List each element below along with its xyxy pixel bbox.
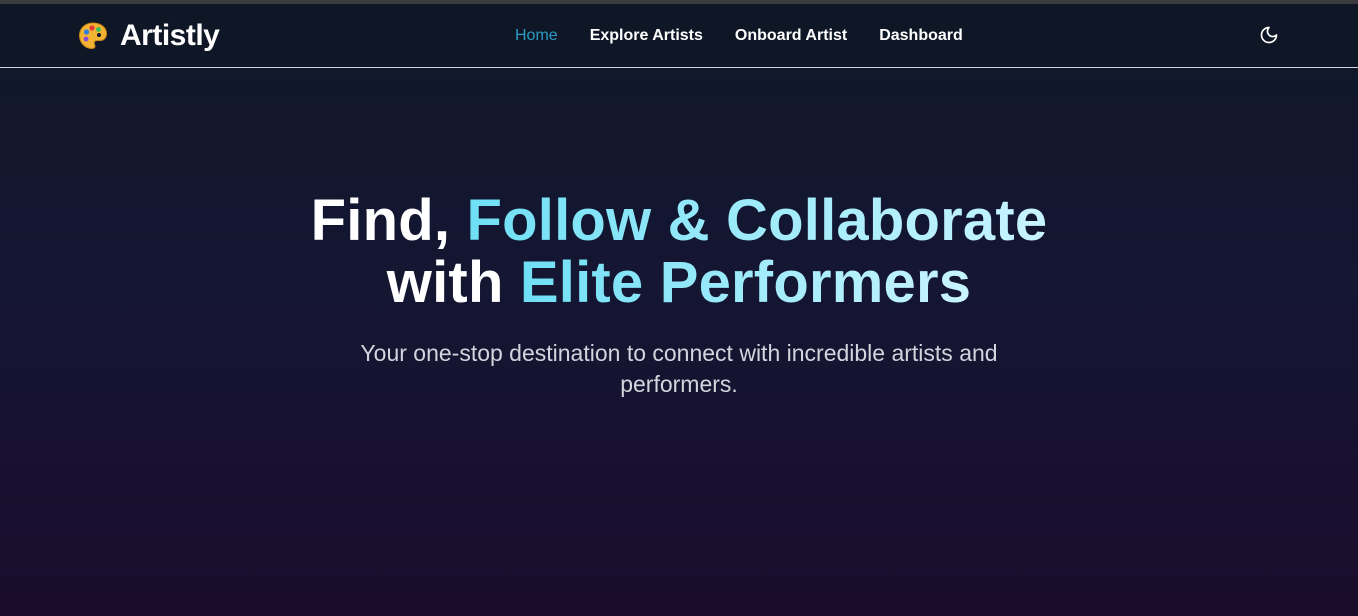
nav-link-home[interactable]: Home bbox=[515, 27, 558, 45]
hero-title: Find, Follow & Collaborate with Elite Pe… bbox=[0, 190, 1358, 314]
main-nav: Home Explore Artists Onboard Artist Dash… bbox=[515, 4, 963, 68]
hero-title-highlight-2: Elite Performers bbox=[519, 250, 972, 315]
nav-link-onboard-artist[interactable]: Onboard Artist bbox=[735, 27, 847, 45]
nav-link-dashboard[interactable]: Dashboard bbox=[879, 27, 963, 45]
moon-icon bbox=[1259, 25, 1279, 50]
hero-title-part3: with bbox=[386, 250, 520, 315]
hero-title-highlight-1: Follow & Collaborate bbox=[466, 188, 1048, 253]
hero-subtitle: Your one-stop destination to connect wit… bbox=[360, 340, 998, 397]
navbar: Artistly Home Explore Artists Onboard Ar… bbox=[0, 4, 1358, 68]
brand[interactable]: Artistly bbox=[76, 18, 220, 54]
hero-title-part1: Find, bbox=[310, 188, 467, 253]
theme-toggle-button[interactable] bbox=[1256, 24, 1282, 50]
nav-link-explore-artists[interactable]: Explore Artists bbox=[590, 27, 703, 45]
artist-palette-icon bbox=[76, 19, 110, 53]
hero-section: Find, Follow & Collaborate with Elite Pe… bbox=[0, 190, 1358, 400]
brand-name: Artistly bbox=[120, 19, 220, 52]
